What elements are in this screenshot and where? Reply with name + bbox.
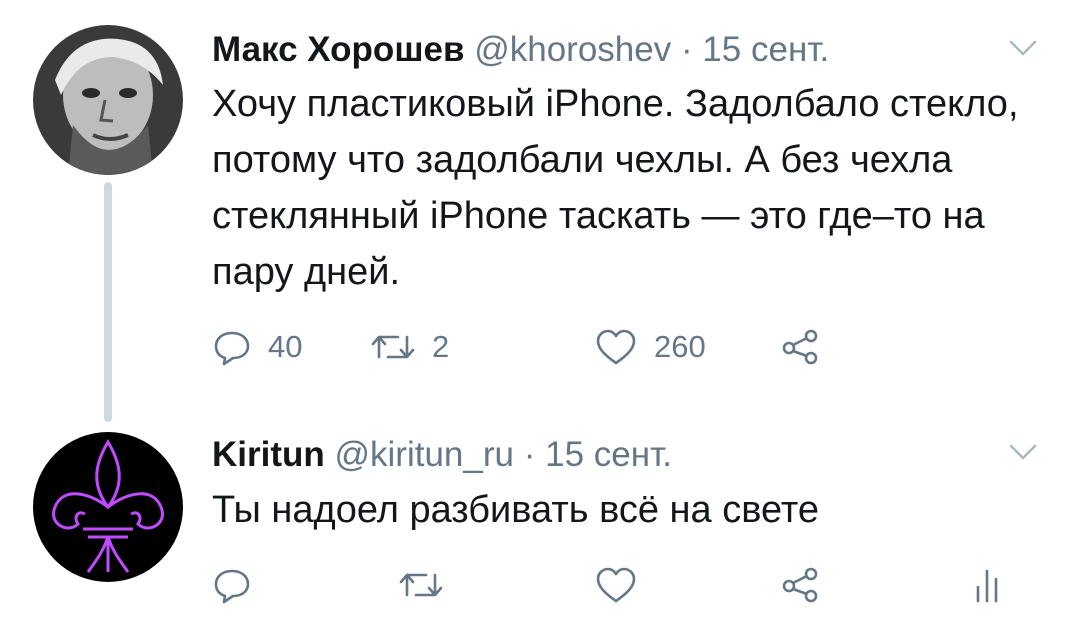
reply-button[interactable]: 40: [212, 322, 302, 372]
tweet-2[interactable]: Kiritun @kiritun_ru · 15 сент. Ты надоел…: [0, 410, 1080, 636]
tweet-1[interactable]: Макс Хорошев @khoroshev · 15 сент. Хочу …: [0, 0, 1080, 422]
chevron-down-icon[interactable]: [1008, 442, 1038, 462]
thread-line: [104, 182, 112, 422]
tweet-date[interactable]: 15 сент.: [545, 435, 672, 474]
analytics-icon: [972, 565, 1002, 605]
author-handle[interactable]: @khoroshev: [474, 30, 671, 69]
author-name[interactable]: Kiritun: [212, 435, 325, 474]
analytics-button[interactable]: [972, 560, 1002, 610]
like-button[interactable]: [594, 560, 638, 610]
share-icon: [780, 565, 820, 605]
tweet-date[interactable]: 15 сент.: [702, 30, 829, 69]
reply-button[interactable]: [212, 560, 252, 610]
share-button[interactable]: [780, 322, 820, 372]
author-handle[interactable]: @kiritun_ru: [335, 435, 514, 474]
author-name[interactable]: Макс Хорошев: [212, 30, 464, 69]
like-icon: [594, 327, 638, 367]
reply-icon: [212, 327, 252, 367]
retweet-icon: [370, 327, 416, 367]
avatar[interactable]: [33, 432, 183, 582]
reply-count: 40: [268, 329, 303, 364]
reply-icon: [212, 565, 252, 605]
tweet-header: Макс Хорошев @khoroshev · 15 сент.: [212, 30, 829, 70]
separator: ·: [523, 435, 536, 474]
retweet-icon: [398, 565, 444, 605]
retweet-button[interactable]: [398, 560, 444, 610]
like-button[interactable]: 260: [594, 322, 706, 372]
like-icon: [594, 565, 638, 605]
tweet-text: Ты надоел разбивать всё на свете: [212, 489, 819, 531]
like-count: 260: [654, 329, 706, 364]
tweet-text: Хочу пластиковый iPhone. Задолбало стекл…: [212, 83, 1019, 293]
share-button[interactable]: [780, 560, 820, 610]
tweet-header: Kiritun @kiritun_ru · 15 сент.: [212, 435, 672, 475]
chevron-down-icon[interactable]: [1008, 38, 1038, 58]
share-icon: [780, 327, 820, 367]
avatar[interactable]: [33, 25, 183, 175]
separator: ·: [680, 30, 693, 69]
retweet-button[interactable]: 2: [370, 322, 449, 372]
retweet-count: 2: [432, 329, 450, 364]
